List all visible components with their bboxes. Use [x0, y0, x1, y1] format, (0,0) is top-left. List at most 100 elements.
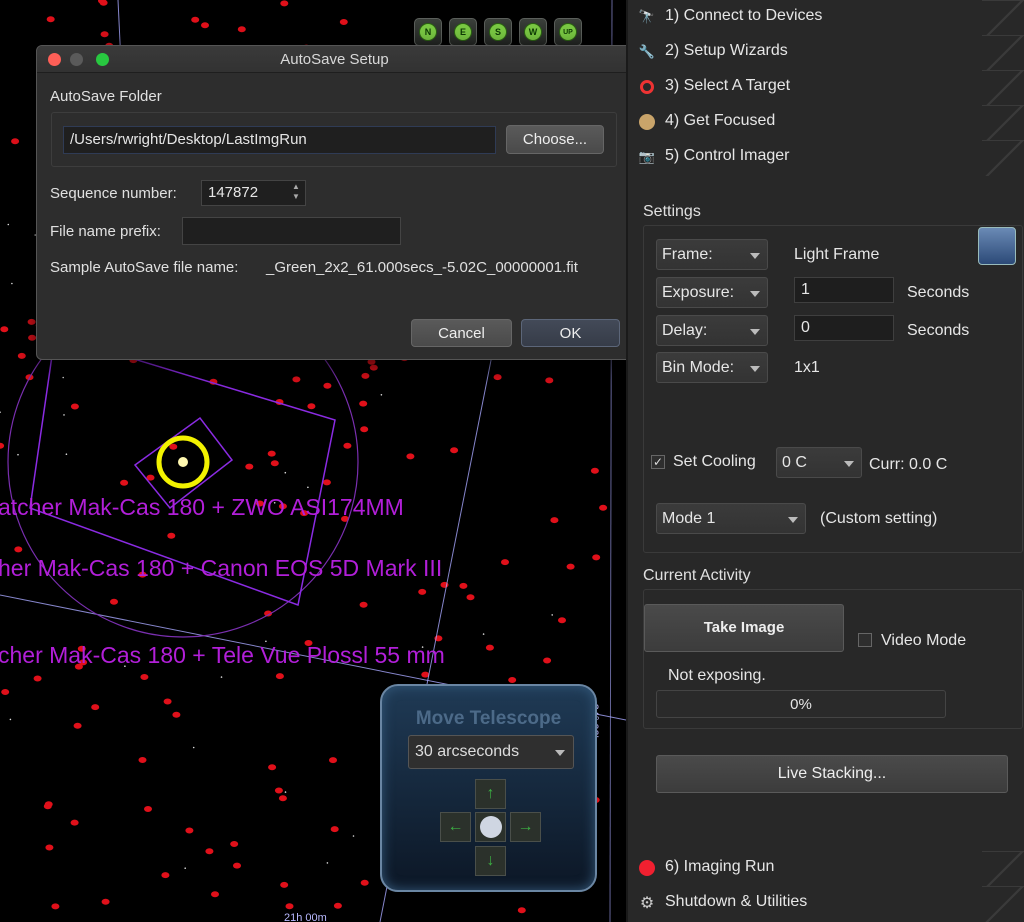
- file-prefix-field[interactable]: [182, 217, 401, 245]
- cooling-select[interactable]: 0 C: [776, 447, 862, 478]
- faint-star: [220, 676, 223, 678]
- move-telescope-title: Move Telescope: [415, 708, 562, 729]
- frame-select[interactable]: Frame:: [656, 239, 768, 270]
- sequence-stepper[interactable]: ▲ ▼: [289, 182, 303, 204]
- star-marker: [322, 479, 331, 486]
- move-down-button[interactable]: ↓: [475, 846, 506, 876]
- faint-star: [184, 867, 186, 869]
- sequence-label: Sequence number:: [50, 185, 177, 202]
- star-marker: [566, 563, 575, 570]
- header-connect-devices[interactable]: 🔭 1) Connect to Devices: [628, 0, 1024, 36]
- move-left-button[interactable]: ←: [440, 812, 471, 842]
- header-select-target[interactable]: 3) Select A Target: [628, 70, 1024, 106]
- star-marker: [201, 22, 209, 29]
- header-imaging-run[interactable]: 6) Imaging Run: [628, 851, 1024, 887]
- star-marker: [161, 872, 170, 879]
- star-marker: [545, 377, 554, 384]
- chevron-down-icon: [750, 366, 760, 372]
- live-stacking-button[interactable]: Live Stacking...: [656, 755, 1008, 793]
- star-marker: [33, 675, 42, 682]
- star-marker: [233, 862, 241, 869]
- progress-text: 0%: [790, 696, 812, 713]
- west-button[interactable]: W: [519, 18, 547, 46]
- header-shutdown[interactable]: ⚙ Shutdown & Utilities: [628, 886, 1024, 922]
- delay-input[interactable]: 0: [794, 315, 894, 341]
- move-right-button[interactable]: →: [510, 812, 541, 842]
- star-marker: [45, 844, 54, 851]
- fov-label-canon: her Mak-Cas 180 + Canon EOS 5D Mark III: [0, 555, 443, 581]
- camera-icon: 📷: [638, 149, 656, 164]
- star-marker: [73, 722, 82, 729]
- star-marker: [100, 31, 109, 38]
- star-marker: [343, 442, 352, 449]
- choose-button[interactable]: Choose...: [506, 125, 604, 154]
- bin-mode-select[interactable]: Bin Mode:: [656, 352, 768, 383]
- star-marker: [17, 352, 26, 359]
- video-mode-checkbox[interactable]: [858, 633, 872, 647]
- save-icon[interactable]: [978, 227, 1016, 265]
- chevron-down-icon: [750, 329, 760, 335]
- video-mode-label: Video Mode: [881, 632, 967, 649]
- fov-label-plossl: cher Mak-Cas 180 + Tele Vue Plossl 55 mm: [0, 642, 445, 668]
- star-marker: [418, 588, 427, 595]
- star-marker: [120, 479, 129, 486]
- star-marker: [307, 403, 316, 410]
- folder-path-field[interactable]: /Users/rwright/Desktop/LastImgRun: [63, 126, 496, 154]
- ok-button[interactable]: OK: [521, 319, 620, 347]
- star-marker: [237, 26, 246, 33]
- star-marker: [99, 0, 108, 6]
- target-icon: [638, 78, 656, 96]
- gear-icon: ⚙: [639, 895, 655, 912]
- prefix-label: File name prefix:: [50, 223, 161, 240]
- coord-ra-label: 21h 00m: [284, 912, 327, 922]
- header-get-focused[interactable]: 4) Get Focused: [628, 105, 1024, 141]
- star-marker: [369, 364, 378, 371]
- south-button[interactable]: S: [484, 18, 512, 46]
- wrench-icon: 🔧: [638, 44, 656, 59]
- star-marker: [169, 443, 178, 450]
- cancel-button[interactable]: Cancel: [411, 319, 512, 347]
- set-cooling-checkbox[interactable]: ✓: [651, 455, 665, 469]
- star-marker: [450, 447, 459, 454]
- take-image-button[interactable]: Take Image: [644, 604, 844, 652]
- header-setup-wizards[interactable]: 🔧 2) Setup Wizards: [628, 35, 1024, 71]
- mode-note: (Custom setting): [820, 510, 938, 527]
- up-button[interactable]: UP: [554, 18, 582, 46]
- star-marker: [11, 138, 20, 145]
- mode-select[interactable]: Mode 1: [656, 503, 806, 534]
- faint-star: [7, 223, 10, 226]
- star-marker: [1, 689, 10, 695]
- chevron-down-icon: [750, 291, 760, 297]
- star-marker: [361, 372, 370, 379]
- move-up-button[interactable]: ↑: [475, 779, 506, 809]
- star-marker: [191, 16, 200, 23]
- exposure-input[interactable]: 1: [794, 277, 894, 303]
- chevron-down-icon: [750, 253, 760, 259]
- faint-star: [9, 718, 12, 721]
- autosave-folder-label: AutoSave Folder: [50, 88, 162, 105]
- east-button[interactable]: E: [449, 18, 477, 46]
- star-marker: [172, 711, 181, 718]
- star-marker: [14, 546, 23, 553]
- star-marker: [101, 898, 110, 905]
- center-button[interactable]: [475, 812, 506, 842]
- dialog-titlebar: AutoSave Setup: [37, 46, 632, 73]
- faint-star: [63, 414, 65, 416]
- star-marker: [205, 848, 214, 855]
- star-marker: [406, 453, 415, 460]
- set-cooling-label: Set Cooling: [673, 453, 756, 470]
- exposure-select[interactable]: Exposure:: [656, 277, 768, 308]
- frame-value: Light Frame: [794, 246, 880, 263]
- step-size-select[interactable]: 30 arcseconds: [408, 735, 574, 769]
- north-button[interactable]: N: [414, 18, 442, 46]
- header-control-imager[interactable]: 📷 5) Control Imager: [628, 140, 1024, 176]
- autosave-dialog: AutoSave Setup AutoSave Folder /Users/rw…: [36, 45, 633, 360]
- app-window: atcher Mak-Cas 180 + ZWO ASI174MM her Ma…: [0, 0, 1024, 922]
- delay-select[interactable]: Delay:: [656, 315, 768, 346]
- star-marker: [558, 617, 566, 624]
- star-marker: [70, 819, 79, 826]
- arrow-up-icon: ↑: [486, 785, 495, 802]
- star-marker: [493, 374, 502, 381]
- faint-star: [380, 394, 383, 396]
- fov-label-zwo: atcher Mak-Cas 180 + ZWO ASI174MM: [0, 494, 404, 520]
